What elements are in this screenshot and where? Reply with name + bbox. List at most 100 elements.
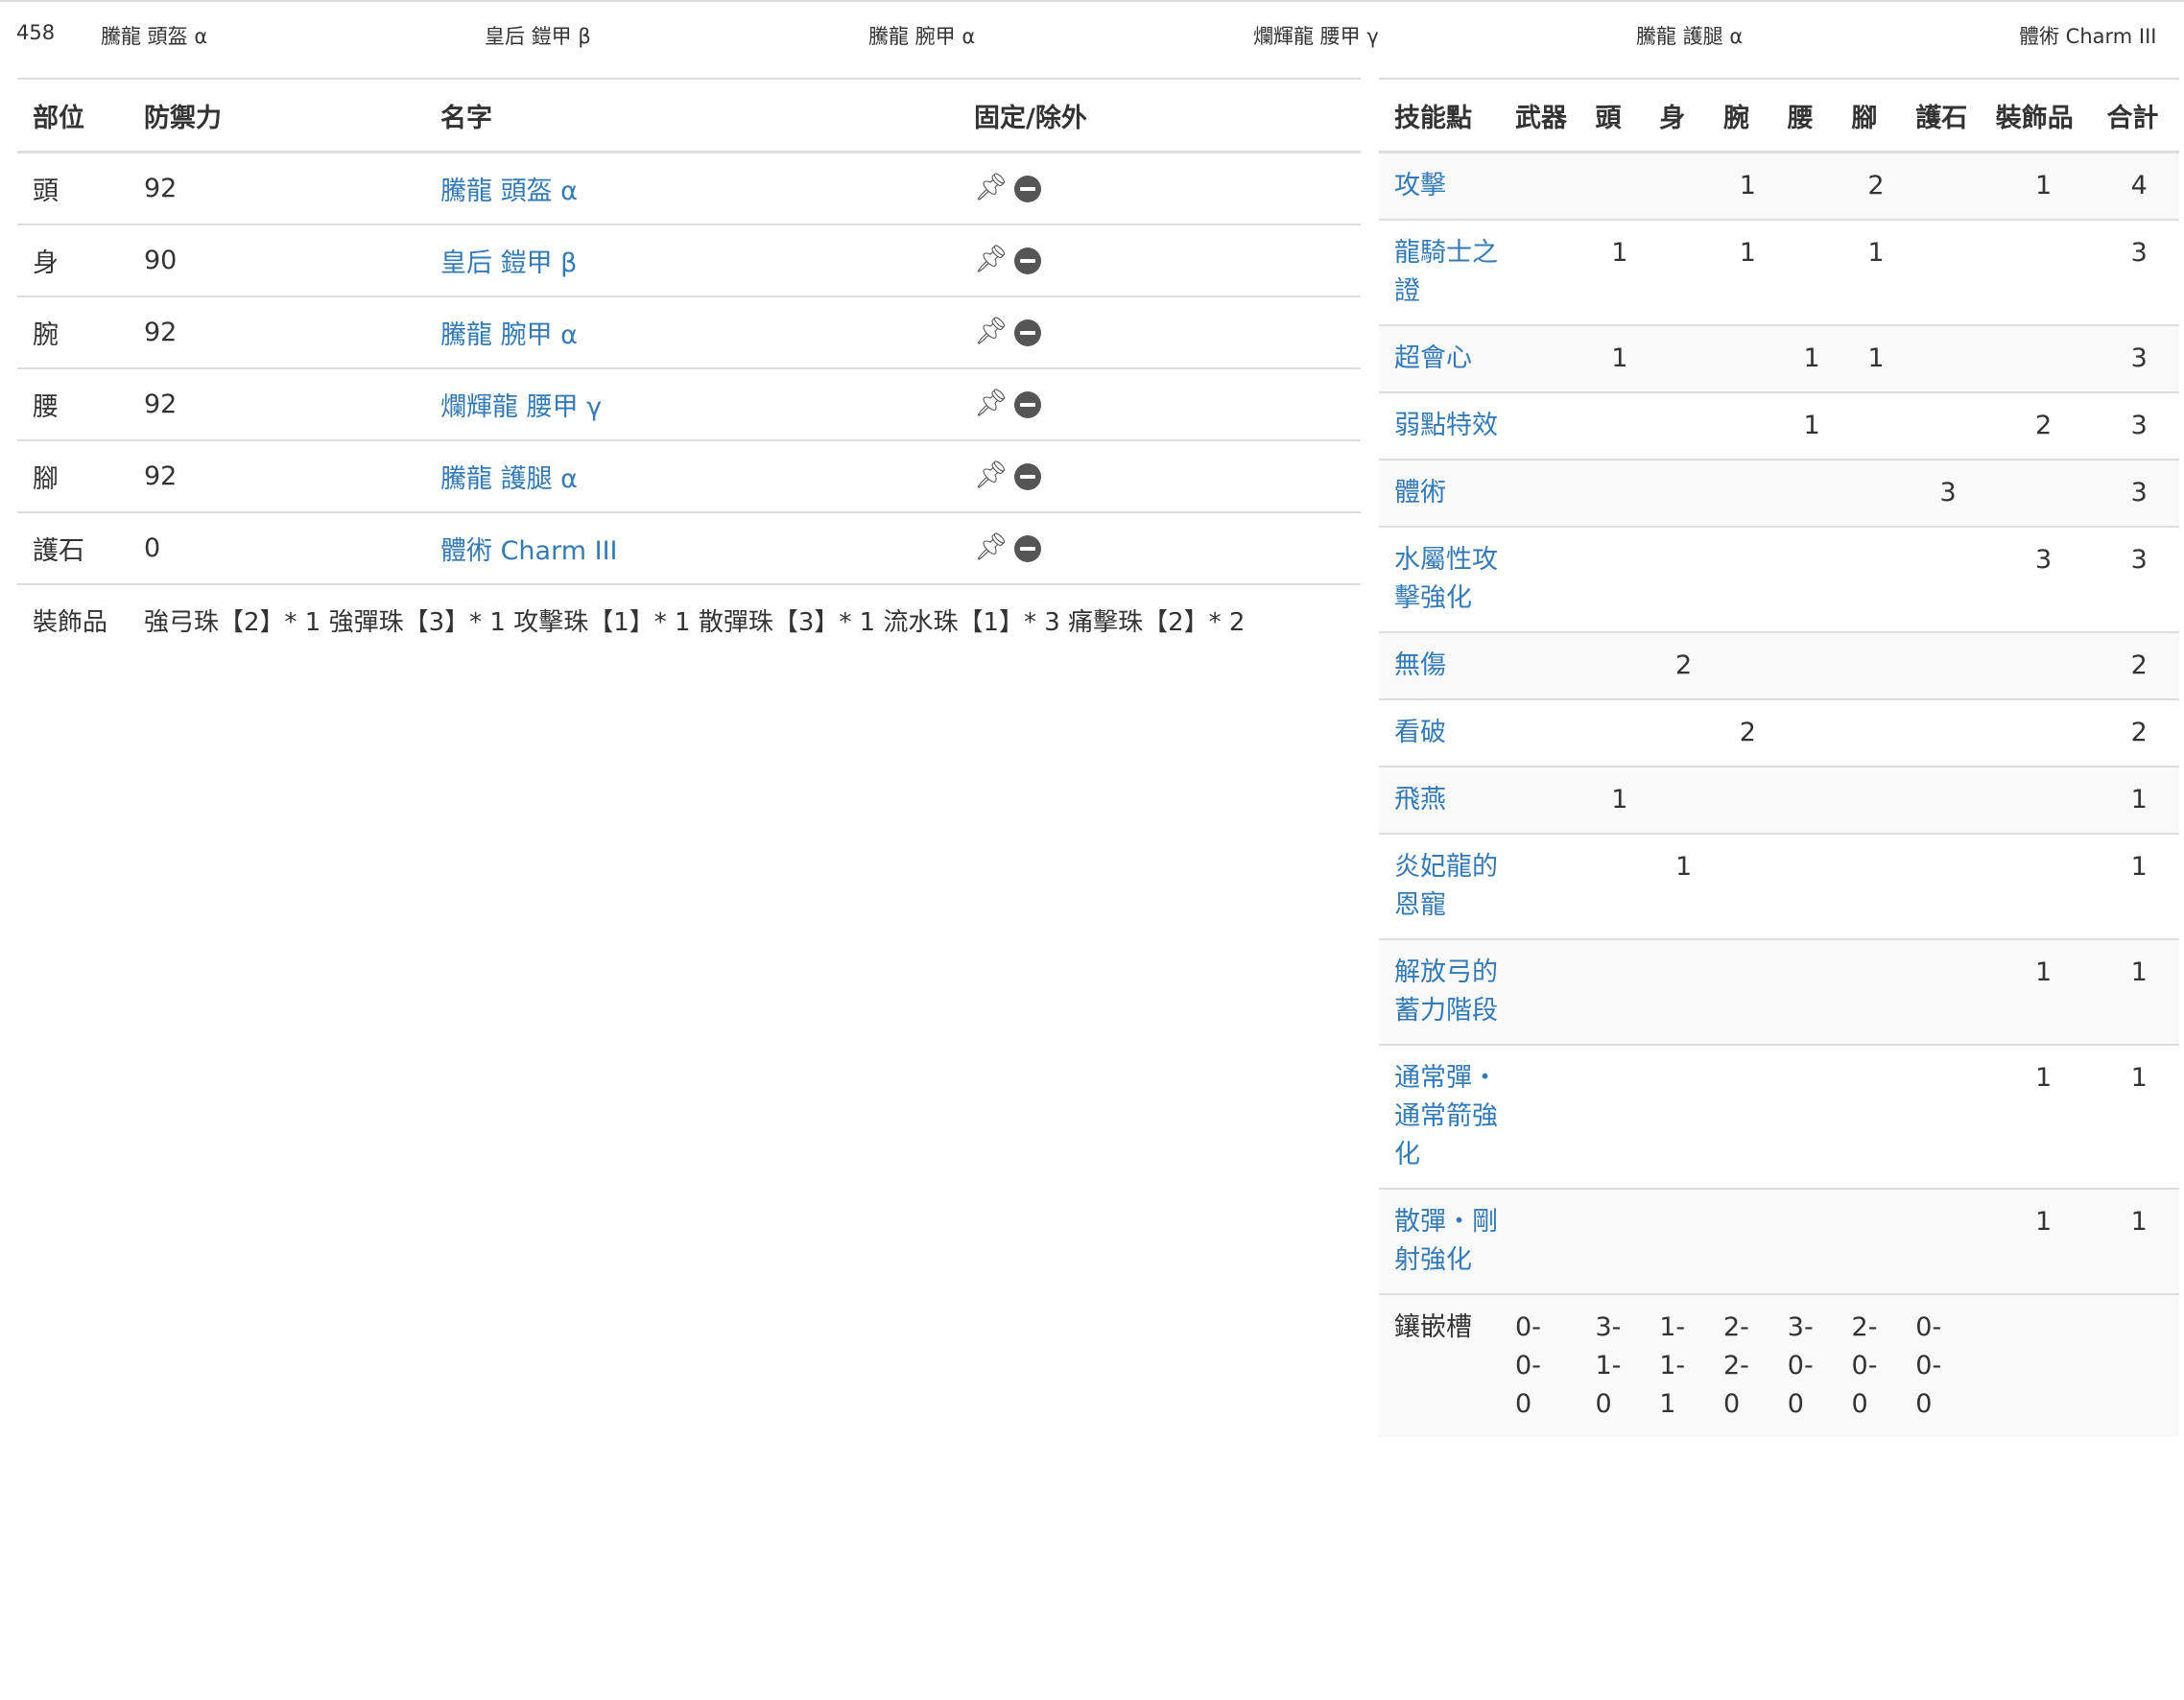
skill-point-cell <box>1716 833 1780 939</box>
skill-point-cell: 2 <box>1716 698 1780 767</box>
pin-icon[interactable]: 📌︎ <box>974 387 1009 418</box>
armor-name-cell: 爛輝龍 腰甲 γ <box>425 367 959 440</box>
slot-empty-cell <box>1987 1293 2100 1437</box>
skill-point-cell: 3 <box>2099 526 2179 632</box>
skill-link[interactable]: 水屬性攻擊強化 <box>1394 545 1498 613</box>
slot-cell: 2-2-0 <box>1716 1293 1780 1437</box>
armor-name-cell: 騰龍 腕甲 α <box>425 295 959 368</box>
armor-name-link[interactable]: 皇后 鎧甲 β <box>440 248 577 278</box>
armor-name-link[interactable]: 騰龍 護腿 α <box>440 464 578 494</box>
skill-link[interactable]: 弱點特效 <box>1394 411 1498 440</box>
skill-link[interactable]: 解放弓的蓄力階段 <box>1394 957 1498 1026</box>
skill-point-cell: 1 <box>1843 324 1909 392</box>
skill-point-cell <box>1779 459 1844 527</box>
skill-point-cell <box>1908 938 1988 1045</box>
exclude-icon[interactable] <box>1013 390 1041 418</box>
skill-point-cell <box>1716 459 1780 527</box>
slot-empty-cell <box>2099 1293 2179 1437</box>
armor-actions: 📌︎ <box>959 511 1361 584</box>
skills-header-cell: 護石 <box>1908 78 1988 153</box>
pin-icon[interactable]: 📌︎ <box>974 459 1009 490</box>
total-defense: 458 <box>16 21 56 44</box>
skill-point-cell <box>1843 459 1909 527</box>
pin-icon[interactable]: 📌︎ <box>974 171 1009 202</box>
armor-defense: 92 <box>129 367 425 440</box>
skills-header-cell: 合計 <box>2099 78 2179 153</box>
armor-name-link[interactable]: 騰龍 頭盔 α <box>440 177 578 206</box>
skill-point-cell <box>1587 1188 1652 1294</box>
header-defense: 防禦力 <box>129 78 425 153</box>
armor-defense: 92 <box>129 439 425 512</box>
skill-point-cell <box>1779 631 1844 699</box>
armor-actions: 📌︎ <box>959 439 1361 512</box>
pin-icon[interactable]: 📌︎ <box>974 531 1009 562</box>
skill-point-cell <box>1908 219 1988 325</box>
skills-header-cell: 身 <box>1651 78 1716 153</box>
skill-point-cell <box>1507 391 1588 460</box>
skill-point-cell <box>1779 766 1844 834</box>
skill-point-cell <box>1843 833 1909 939</box>
armor-defense: 92 <box>129 151 425 224</box>
skill-point-cell <box>1843 1044 1909 1189</box>
armor-name-link[interactable]: 騰龍 腕甲 α <box>440 320 578 350</box>
summary-piece-arm: 騰龍 腕甲 α <box>868 25 976 48</box>
skill-name-cell: 通常彈・通常箭強化 <box>1379 1044 1507 1189</box>
skill-point-cell: 1 <box>2099 1188 2179 1294</box>
skills-header-cell: 裝飾品 <box>1987 78 2100 153</box>
skill-point-cell: 2 <box>2099 631 2179 699</box>
skill-point-cell <box>1587 631 1652 699</box>
skill-link[interactable]: 看破 <box>1394 718 1446 747</box>
exclude-icon[interactable] <box>1013 319 1041 346</box>
skill-link[interactable]: 體術 <box>1394 478 1446 508</box>
skill-row: 解放弓的蓄力階段 1 1 <box>1379 938 2179 1045</box>
armor-name-link[interactable]: 爛輝龍 腰甲 γ <box>440 392 602 422</box>
exclude-icon[interactable] <box>1013 462 1041 490</box>
skill-name-cell: 看破 <box>1379 698 1507 767</box>
skill-link[interactable]: 無傷 <box>1394 650 1446 680</box>
skill-link[interactable]: 通常彈・通常箭強化 <box>1394 1063 1498 1169</box>
skill-row: 無傷 2 2 <box>1379 631 2179 699</box>
pin-icon[interactable]: 📌︎ <box>974 315 1009 346</box>
skill-point-cell <box>1507 324 1588 392</box>
armor-row: 腕 92 騰龍 腕甲 α 📌︎ <box>17 295 1361 368</box>
armor-panel: 部位 防禦力 名字 固定/除外 頭 92 騰龍 頭盔 α 📌︎ 身 90 皇后 鎧甲 β 📌︎… <box>17 78 1361 655</box>
exclude-icon[interactable] <box>1013 534 1041 562</box>
skills-header-cell: 腕 <box>1716 78 1780 153</box>
slots-row: 鑲嵌槽 0-0-0 3-1-0 1-1-1 2-2-0 3-0-0 2-0-0 0-0-0 <box>1379 1293 2179 1437</box>
skill-point-cell <box>1587 151 1652 220</box>
skill-point-cell <box>1987 833 2100 939</box>
skill-link[interactable]: 散彈・剛射強化 <box>1394 1207 1498 1275</box>
summary-piece-leg: 騰龍 護腿 α <box>1636 25 1744 48</box>
skill-point-cell <box>1908 391 1988 460</box>
skill-point-cell <box>1651 324 1716 392</box>
armor-name-link[interactable]: 體術 Charm III <box>440 536 618 566</box>
exclude-icon[interactable] <box>1013 175 1041 202</box>
skill-point-cell <box>1843 1188 1909 1294</box>
pin-icon[interactable]: 📌︎ <box>974 243 1009 274</box>
skill-point-cell: 1 <box>2099 1044 2179 1189</box>
skill-link[interactable]: 飛燕 <box>1394 785 1446 815</box>
header-name: 名字 <box>425 78 959 153</box>
armor-part: 腰 <box>17 367 129 440</box>
skill-point-cell <box>1716 1044 1780 1189</box>
skill-point-cell <box>1716 766 1780 834</box>
skill-point-cell <box>1779 833 1844 939</box>
skill-point-cell <box>1587 526 1652 632</box>
skill-link[interactable]: 龍騎士之證 <box>1394 238 1498 306</box>
skill-link[interactable]: 超會心 <box>1394 343 1472 373</box>
skill-point-cell <box>1987 631 2100 699</box>
skill-name-cell: 散彈・剛射強化 <box>1379 1188 1507 1294</box>
armor-row: 身 90 皇后 鎧甲 β 📌︎ <box>17 224 1361 296</box>
skill-point-cell: 3 <box>1987 526 2100 632</box>
skill-point-cell <box>1651 938 1716 1045</box>
skill-point-cell <box>1716 324 1780 392</box>
skill-link[interactable]: 炎妃龍的恩寵 <box>1394 852 1498 920</box>
skill-point-cell <box>1651 1044 1716 1189</box>
skill-point-cell <box>1908 833 1988 939</box>
skill-link[interactable]: 攻擊 <box>1394 171 1446 201</box>
skill-point-cell: 2 <box>1651 631 1716 699</box>
skill-point-cell <box>1716 938 1780 1045</box>
skill-name-cell: 攻擊 <box>1379 151 1507 220</box>
exclude-icon[interactable] <box>1013 247 1041 274</box>
slot-value: 3-1-0 <box>1595 1312 1622 1419</box>
